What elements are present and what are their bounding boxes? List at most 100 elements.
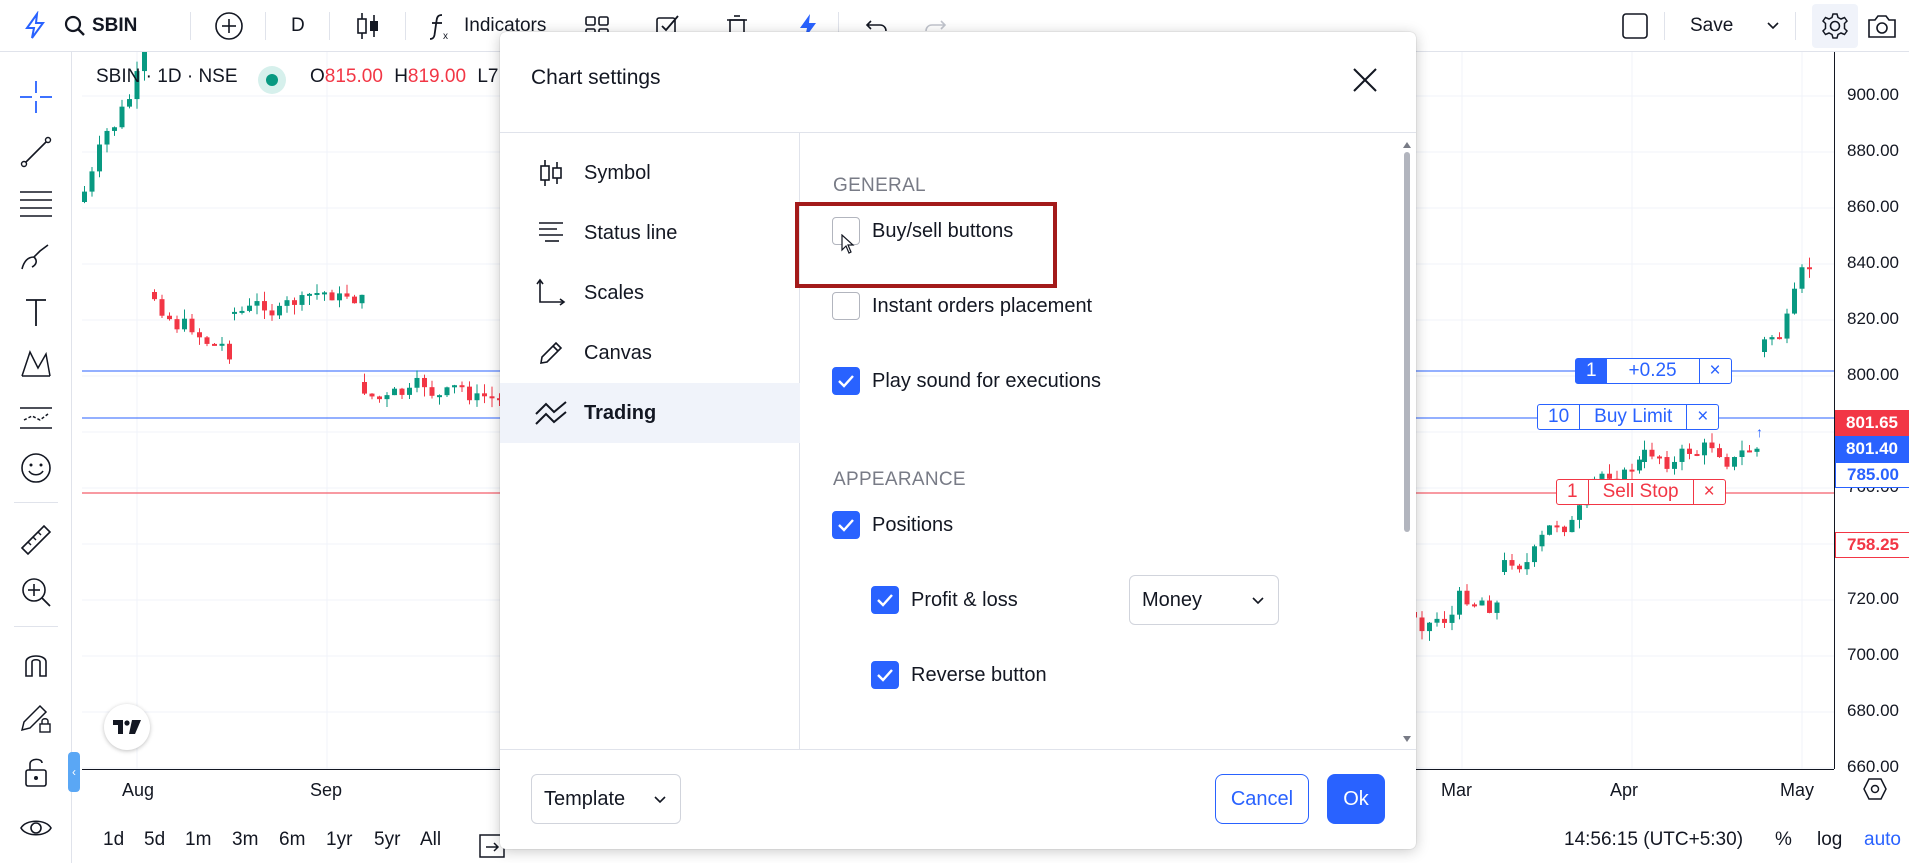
candle-body [459, 385, 465, 388]
settings-button[interactable] [1812, 4, 1858, 48]
reverse-button-checkbox[interactable] [871, 661, 899, 689]
candle-body [1487, 600, 1492, 613]
instant-orders-option[interactable]: Instant orders placement [832, 290, 1092, 322]
crosshair-tool[interactable] [16, 77, 56, 117]
crosshair-icon [20, 81, 52, 113]
template-dropdown[interactable]: Template [531, 774, 681, 824]
candle-body [1637, 459, 1642, 471]
candle-body [482, 393, 487, 397]
option-label: Reverse button [911, 663, 1047, 686]
price-scale[interactable]: 900.00880.00860.00840.00820.00800.00780.… [1834, 52, 1909, 776]
axis-settings-button[interactable] [1862, 776, 1888, 802]
position-label[interactable]: 1 +0.25 × [1575, 358, 1732, 384]
clock[interactable]: 14:56:15 (UTC+5:30) [1564, 829, 1743, 851]
save-button[interactable]: Save [1690, 0, 1733, 52]
candle-body [1777, 337, 1782, 340]
candle-body [1539, 534, 1545, 547]
tab-scales[interactable]: Scales [500, 263, 800, 323]
auto-toggle[interactable]: auto [1864, 829, 1901, 851]
time-label: Aug [122, 780, 155, 800]
profit-loss-checkbox[interactable] [871, 586, 899, 614]
scales-icon [534, 276, 568, 310]
svg-text:x: x [443, 31, 448, 41]
tab-symbol[interactable]: Symbol [500, 143, 800, 203]
search-icon [64, 15, 85, 36]
magnet-tool[interactable] [16, 644, 56, 684]
lightning-logo-icon[interactable] [20, 0, 50, 52]
text-tool[interactable] [16, 292, 56, 332]
interval-button[interactable]: D [291, 0, 305, 52]
reverse-button-option[interactable]: Reverse button [871, 659, 1047, 691]
candle-body [1629, 469, 1635, 472]
market-status-icon[interactable] [258, 66, 286, 94]
range-all[interactable]: All [420, 829, 441, 851]
prediction-tool[interactable] [16, 396, 56, 436]
close-position-icon[interactable]: × [1698, 359, 1731, 383]
horizontal-lines-icon [20, 191, 52, 217]
tab-status-line[interactable]: Status line [500, 203, 800, 263]
cancel-button[interactable]: Cancel [1215, 774, 1309, 824]
candle-body [104, 130, 110, 145]
screenshot-button[interactable] [1866, 0, 1898, 52]
add-symbol-button[interactable] [214, 0, 244, 52]
chart-type-button[interactable] [355, 0, 381, 52]
tv-logo-icon [113, 720, 141, 734]
cancel-buy-limit-icon[interactable]: × [1686, 405, 1718, 429]
candle-body [1434, 618, 1440, 623]
profit-loss-option[interactable]: Profit & loss [871, 584, 1018, 616]
pattern-tool[interactable] [16, 344, 56, 384]
tab-label: Trading [584, 401, 657, 424]
fib-tool[interactable] [16, 182, 56, 222]
range-5yr[interactable]: 5yr [374, 829, 400, 851]
range-6m[interactable]: 6m [279, 829, 305, 851]
collapse-toolbar-button[interactable]: ‹ [68, 752, 80, 792]
candle-body [1479, 600, 1485, 606]
checkmark-icon [877, 594, 893, 607]
range-1d[interactable]: 1d [103, 829, 124, 851]
range-3m[interactable]: 3m [232, 829, 258, 851]
scrollbar-thumb[interactable] [1404, 152, 1410, 532]
candle-body [314, 293, 320, 296]
tab-canvas[interactable]: Canvas [500, 323, 800, 383]
lock-tool[interactable] [16, 752, 56, 792]
cancel-sell-stop-icon[interactable]: × [1692, 480, 1725, 504]
measure-tool[interactable] [16, 520, 56, 560]
buy-limit-order[interactable]: 10 Buy Limit × [1537, 404, 1720, 430]
positions-option[interactable]: Positions [832, 509, 953, 541]
fullscreen-button[interactable] [1620, 0, 1650, 52]
candle-body [1799, 267, 1805, 289]
drawing-toolbar [0, 52, 72, 863]
log-toggle[interactable]: log [1817, 829, 1842, 851]
profit-loss-select[interactable]: Money [1129, 575, 1279, 625]
save-menu-button[interactable] [1765, 0, 1781, 52]
sell-stop-order[interactable]: 1 Sell Stop × [1556, 479, 1726, 505]
option-label: Instant orders placement [872, 294, 1093, 317]
price-label: 660.00 [1847, 757, 1899, 776]
ok-button[interactable]: Ok [1327, 774, 1385, 824]
play-sound-option[interactable]: Play sound for executions [832, 365, 1101, 397]
stay-drawing-tool[interactable] [16, 698, 56, 738]
play-sound-checkbox[interactable] [832, 367, 860, 395]
candle-body [384, 395, 390, 400]
candle-body [337, 293, 342, 301]
candle-body [1694, 453, 1700, 456]
interval-label: D [291, 15, 305, 36]
close-dialog-button[interactable] [1347, 62, 1383, 98]
instant-orders-checkbox[interactable] [832, 292, 860, 320]
candle-body [89, 171, 95, 192]
tradingview-logo[interactable] [104, 704, 150, 750]
range-1m[interactable]: 1m [185, 829, 211, 851]
time-label: Mar [1441, 780, 1472, 800]
percent-toggle[interactable]: % [1775, 829, 1792, 851]
visibility-tool[interactable] [16, 808, 56, 848]
tab-trading[interactable]: Trading [500, 383, 800, 443]
symbol-search-button[interactable]: SBIN [64, 0, 137, 52]
zoom-in-tool[interactable] [16, 572, 56, 612]
range-5d[interactable]: 5d [144, 829, 165, 851]
trend-line-tool[interactable] [16, 132, 56, 172]
range-1yr[interactable]: 1yr [326, 829, 352, 851]
brush-tool[interactable] [16, 237, 56, 277]
brush-icon [21, 244, 49, 270]
positions-checkbox[interactable] [832, 511, 860, 539]
emoji-tool[interactable] [16, 448, 56, 488]
